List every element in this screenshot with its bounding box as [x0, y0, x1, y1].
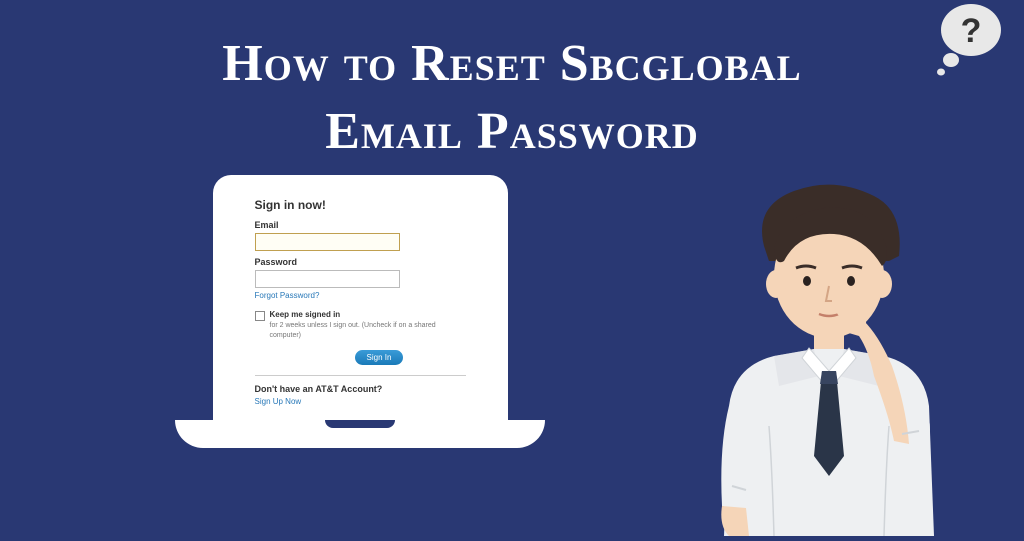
- laptop-illustration: Sign in now! Email Password Forgot Passw…: [175, 175, 545, 515]
- question-thought-bubble: ?: [929, 0, 1009, 80]
- signin-heading: Sign in now!: [255, 198, 466, 212]
- thought-bubble-icon: ?: [929, 0, 1009, 80]
- title-line-2: Email Password: [325, 103, 698, 160]
- email-field[interactable]: [255, 233, 400, 251]
- question-mark-icon: ?: [961, 12, 982, 50]
- password-label: Password: [255, 257, 466, 267]
- thinking-person-illustration: [624, 166, 994, 536]
- password-field[interactable]: [255, 270, 400, 288]
- title-line-1: How to Reset Sbcglobal: [222, 35, 801, 92]
- laptop-notch: [325, 420, 395, 428]
- email-label: Email: [255, 220, 466, 230]
- page-title: How to Reset Sbcglobal Email Password: [0, 0, 1024, 165]
- keep-signed-row: Keep me signed in for 2 weeks unless I s…: [255, 310, 466, 340]
- form-divider: [255, 375, 466, 376]
- login-form: Sign in now! Email Password Forgot Passw…: [225, 193, 496, 406]
- person-icon: [624, 166, 994, 536]
- laptop-screen: Sign in now! Email Password Forgot Passw…: [213, 175, 508, 420]
- keep-signed-label: Keep me signed in: [270, 310, 341, 319]
- forgot-password-link[interactable]: Forgot Password?: [255, 291, 466, 300]
- signup-link[interactable]: Sign Up Now: [255, 397, 466, 406]
- keep-signed-text: Keep me signed in for 2 weeks unless I s…: [270, 310, 466, 340]
- keep-signed-checkbox[interactable]: [255, 311, 265, 321]
- signin-button[interactable]: Sign In: [355, 350, 404, 365]
- no-account-text: Don't have an AT&T Account?: [255, 384, 466, 394]
- keep-signed-sublabel: for 2 weeks unless I sign out. (Uncheck …: [270, 322, 436, 339]
